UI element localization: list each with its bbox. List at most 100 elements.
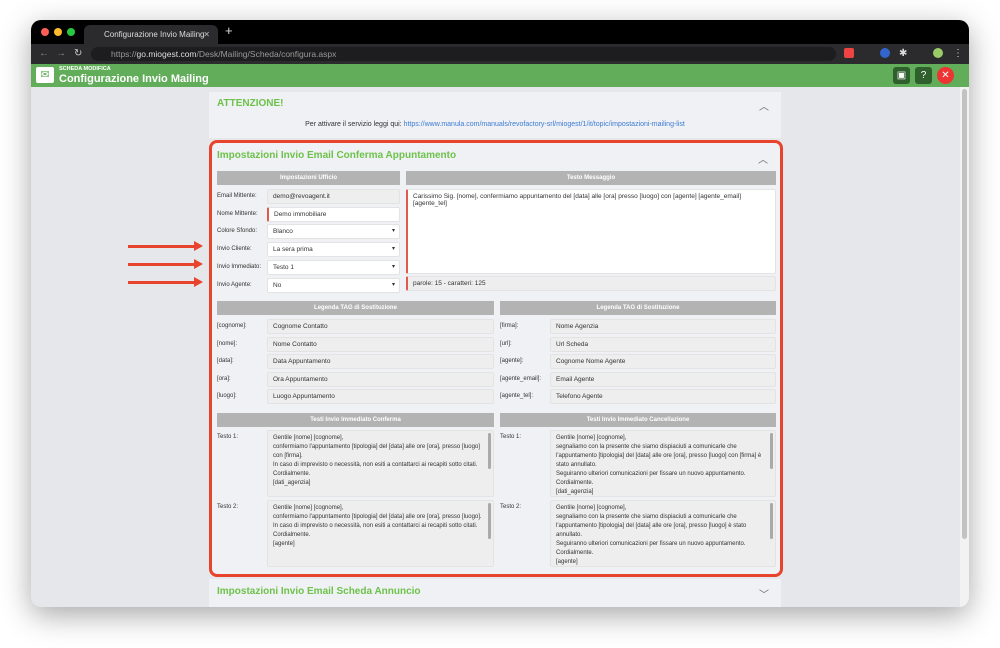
- tag-label: [ora]:: [217, 375, 231, 382]
- attention-title: ATTENZIONE!: [217, 98, 284, 109]
- input-field[interactable]: Demo immobiliare: [267, 206, 400, 222]
- tag-label: [data]:: [217, 358, 234, 365]
- select-field[interactable]: No: [267, 277, 400, 293]
- url-domain: go.miogest.com: [136, 49, 197, 59]
- select-field[interactable]: Testo 1: [267, 259, 400, 275]
- extension-icon[interactable]: [844, 48, 854, 58]
- url-input[interactable]: https://go.miogest.com/Desk/Mailing/Sche…: [91, 47, 836, 61]
- tag-value: Cognome Contatto: [267, 319, 494, 334]
- forward-icon[interactable]: →: [56, 48, 66, 59]
- tag-value: Luogo Appuntamento: [267, 389, 494, 405]
- listing-section-panel[interactable]: Impostazioni Invio Email Scheda Annuncio…: [209, 579, 781, 607]
- message-textarea[interactable]: Carissimo Sig. [nome], confermiamo appun…: [406, 189, 776, 274]
- attention-text: Per attivare il servizio leggi qui:: [305, 121, 402, 128]
- textarea-content: Gentile [nome] [cognome], confermiamo l'…: [273, 435, 480, 486]
- text-label: Testo 1:: [500, 434, 522, 440]
- select-field[interactable]: Blanco: [267, 224, 400, 240]
- app-subtitle: SCHEDA MODIFICA: [59, 66, 111, 72]
- puzzle-icon[interactable]: ✱: [899, 48, 907, 59]
- tag-value: Cognome Nome Agente: [550, 354, 776, 370]
- appointment-section: Impostazioni Invio Email Conferma Appunt…: [209, 140, 783, 577]
- back-icon[interactable]: ←: [39, 48, 49, 59]
- textarea-scrollbar[interactable]: [770, 503, 773, 539]
- legend-header-right: Legenda TAG di Sostituzione: [500, 301, 776, 315]
- legend-header-left: Legenda TAG di Sostituzione: [217, 301, 494, 315]
- attention-panel: ATTENZIONE! ︿ Per attivare il servizio l…: [209, 92, 781, 138]
- tag-value: Nome Agenzia: [550, 319, 776, 334]
- reload-icon[interactable]: ↻: [74, 48, 82, 59]
- tag-value: Nome Contatto: [267, 336, 494, 352]
- tab-title: Configurazione Invio Mailing: [104, 30, 205, 39]
- chevron-up-icon[interactable]: ︿: [758, 151, 768, 166]
- close-button[interactable]: ✕: [937, 67, 954, 84]
- tag-label: [cognome]:: [217, 323, 247, 329]
- tag-label: [nome]:: [217, 340, 238, 347]
- input-field: demo@revoagent.it: [267, 189, 400, 204]
- avatar[interactable]: [933, 48, 943, 58]
- close-tab-icon[interactable]: ✕: [203, 30, 210, 39]
- annotation-arrow: [128, 241, 203, 251]
- section-title: Impostazioni Invio Email Conferma Appunt…: [217, 150, 457, 161]
- select-field[interactable]: La sera prima: [267, 242, 400, 258]
- word-counter: parole: 15 - caratteri: 125: [406, 276, 776, 291]
- scrollbar[interactable]: [960, 87, 969, 607]
- confirm-textarea[interactable]: Gentile [nome] [cognome], confermiamo l'…: [267, 500, 494, 567]
- annotation-arrow: [128, 277, 203, 287]
- textarea-content: Gentile [nome] [cognome], segnaliamo con…: [556, 435, 762, 495]
- manual-link[interactable]: https://www.manula.com/manuals/revofacto…: [404, 121, 685, 128]
- field-label: Nome Mittente:: [217, 210, 258, 217]
- tag-value: Ora Appuntamento: [267, 371, 494, 387]
- cancel-textarea[interactable]: Gentile [nome] [cognome], segnaliamo con…: [550, 430, 776, 497]
- minimize-window-button[interactable]: [54, 28, 62, 36]
- textarea-scrollbar[interactable]: [488, 433, 491, 469]
- field-label: Invio Cliente:: [217, 246, 252, 253]
- textarea-scrollbar[interactable]: [770, 433, 773, 469]
- message-header: Testo Messaggio: [406, 171, 776, 185]
- new-tab-button[interactable]: +: [225, 23, 233, 38]
- tag-label: [agente]:: [500, 358, 524, 365]
- textarea-scrollbar[interactable]: [488, 503, 491, 539]
- attention-text-row: Per attivare il servizio leggi qui: http…: [209, 121, 781, 128]
- url-path: /Desk/Mailing/Scheda/configura.aspx: [196, 49, 337, 59]
- cancel-textarea[interactable]: Gentile [nome] [cognome], segnaliamo con…: [550, 500, 776, 567]
- field-label: Invio Agente:: [217, 281, 252, 288]
- confirm-texts-header: Testi Invio Immediato Conferma: [217, 413, 494, 427]
- tag-label: [agente_email]:: [500, 375, 542, 382]
- textarea-content: Gentile [nome] [cognome], segnaliamo con…: [556, 505, 747, 565]
- tag-label: [agente_tel]:: [500, 393, 534, 400]
- tag-label: [luogo]:: [217, 393, 237, 400]
- tag-label: [url]:: [500, 340, 512, 347]
- extension-icon[interactable]: [880, 48, 890, 58]
- maximize-window-button[interactable]: [67, 28, 75, 36]
- save-button[interactable]: ▣: [893, 67, 910, 84]
- mail-icon: ✉: [36, 67, 54, 83]
- chevron-down-icon[interactable]: ﹀: [759, 586, 769, 601]
- tag-value: Telefono Agente: [550, 389, 776, 405]
- field-label: Colore Sfondo:: [217, 228, 258, 235]
- text-label: Testo 2:: [500, 504, 522, 510]
- url-prefix: https://: [111, 49, 137, 59]
- chevron-up-icon[interactable]: ︿: [759, 98, 769, 113]
- browser-tab[interactable]: Configurazione Invio Mailing ✕: [84, 25, 218, 44]
- text-label: Testo 2:: [217, 504, 239, 510]
- annotation-arrow: [128, 259, 203, 269]
- help-button[interactable]: ?: [915, 67, 932, 84]
- browser-window: Configurazione Invio Mailing ✕ + ← → ↻ ht…: [31, 20, 969, 607]
- next-section-title: Impostazioni Invio Email Scheda Annuncio: [217, 586, 421, 597]
- close-window-button[interactable]: [41, 28, 49, 36]
- tag-label: [firma]:: [500, 323, 519, 329]
- field-label: Invio Immediato:: [217, 263, 262, 270]
- tag-value: Email Agente: [550, 371, 776, 387]
- field-label: Email Mittente:: [217, 193, 257, 199]
- app-header: ✉ SCHEDA MODIFICA Configurazione Invio M…: [31, 64, 969, 87]
- tag-value: Data Appuntamento: [267, 354, 494, 370]
- tag-value: Url Scheda: [550, 336, 776, 352]
- menu-icon[interactable]: ⋮: [953, 48, 963, 59]
- cancel-texts-header: Testi Invio Immediato Cancellazione: [500, 413, 776, 427]
- page-title: Configurazione Invio Mailing: [59, 73, 209, 85]
- confirm-textarea[interactable]: Gentile [nome] [cognome], confermiamo l'…: [267, 430, 494, 497]
- title-bar: Configurazione Invio Mailing ✕ +: [31, 20, 969, 44]
- address-bar-row: ← → ↻ https://go.miogest.com/Desk/Mailin…: [31, 44, 969, 64]
- text-label: Testo 1:: [217, 434, 239, 440]
- office-header: Impostazioni Ufficio: [217, 171, 400, 185]
